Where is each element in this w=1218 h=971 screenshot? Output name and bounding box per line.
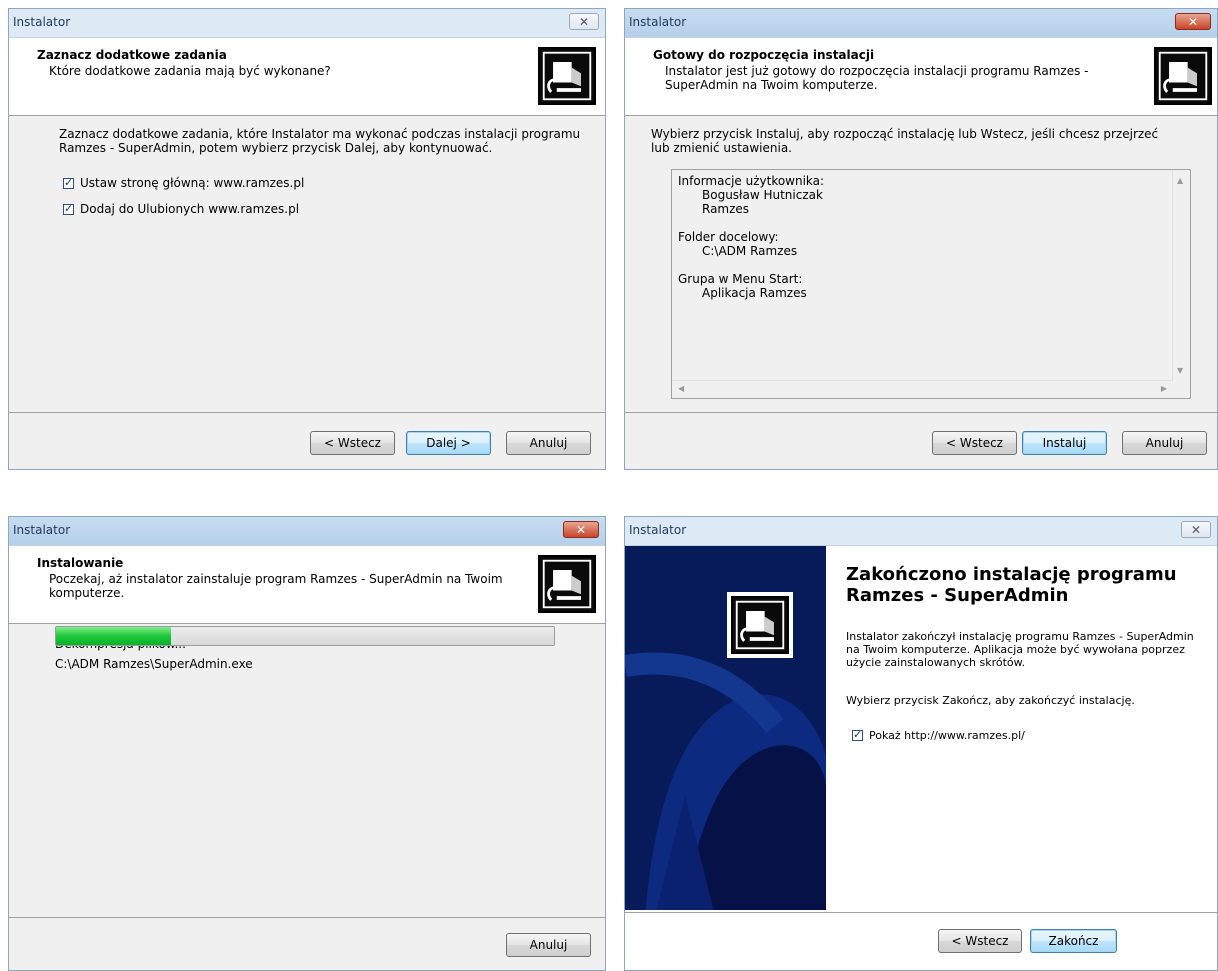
folder-label: Folder docelowy: [678, 230, 779, 244]
finish-description: Instalator zakończył instalację programu… [846, 630, 1194, 669]
subtitle-line: SuperAdmin na Twoim komputerze. [665, 78, 878, 92]
installer-window-installing: Instalator ✕ Instalowanie Poczekaj, aż i… [8, 516, 606, 971]
instructions-line: Wybierz przycisk Instaluj, aby rozpocząć… [651, 127, 1159, 141]
checkbox-checked-icon[interactable] [852, 728, 863, 741]
close-icon[interactable]: ✕ [1175, 13, 1211, 30]
homepage-checkbox[interactable]: Ustaw stronę główną: www.ramzes.pl [63, 176, 304, 190]
instructions-line: Ramzes - SuperAdmin, potem wybierz przyc… [59, 141, 493, 155]
description-line: na Twoim komputerze. Aplikacja może być … [846, 643, 1185, 656]
checkbox-label: Pokaż http://www.ramzes.pl/ [869, 729, 1025, 742]
back-button[interactable]: < Wstecz [938, 929, 1022, 953]
subtitle-line: komputerze. [49, 586, 125, 600]
finish-instruction: Wybierz przycisk Zakończ, aby zakończyć … [846, 694, 1135, 707]
installer-window-tasks: Instalator ✕ Zaznacz dodatkowe zadania K… [8, 8, 606, 470]
instructions-line: Zaznacz dodatkowe zadania, które Instala… [59, 127, 581, 141]
title-bar[interactable]: Instalator ✕ [9, 517, 605, 546]
status-file: C:\ADM Ramzes\SuperAdmin.exe [55, 657, 253, 671]
installer-window-finished: Instalator ✕ Zakończono instalację progr… [624, 516, 1218, 971]
window-title: Instalator [13, 15, 71, 29]
back-button[interactable]: < Wstecz [310, 431, 395, 455]
checkbox-label: Ustaw stronę główną: www.ramzes.pl [80, 176, 305, 190]
instructions: Zaznacz dodatkowe zadania, które Instala… [59, 127, 580, 155]
title-bar[interactable]: Instalator ✕ [625, 517, 1217, 546]
close-icon[interactable]: ✕ [1181, 521, 1211, 538]
window-title: Instalator [13, 523, 71, 537]
page-subtitle: Instalator jest już gotowy do rozpoczęci… [665, 64, 1125, 92]
horizontal-scrollbar[interactable]: ◀ ▶ [672, 380, 1173, 398]
page-title: Zakończono instalację programu Ramzes - … [846, 564, 1177, 606]
settings-summary-memo[interactable]: Informacje użytkownika: Bogusław Hutnicz… [671, 169, 1191, 399]
footer-divider [625, 412, 1217, 413]
checkbox-label: Dodaj do Ulubionych www.ramzes.pl [80, 202, 300, 216]
instructions: Wybierz przycisk Instaluj, aby rozpocząć… [651, 127, 1158, 155]
cancel-button[interactable]: Anuluj [506, 431, 591, 455]
folder-value: C:\ADM Ramzes [702, 244, 798, 258]
computer-install-icon [538, 555, 596, 613]
page-subtitle: Które dodatkowe zadania mają być wykonan… [49, 64, 331, 78]
page-title: Zaznacz dodatkowe zadania [37, 48, 227, 62]
close-icon[interactable]: ✕ [563, 521, 599, 538]
scroll-up-icon[interactable]: ▲ [1177, 176, 1183, 185]
close-icon[interactable]: ✕ [569, 13, 599, 30]
progress-fill [56, 627, 171, 645]
user-name: Bogusław Hutniczak [702, 188, 823, 202]
user-org: Ramzes [702, 202, 750, 216]
subtitle-line: Poczekaj, aż instalator zainstaluje prog… [49, 572, 503, 586]
computer-install-icon [538, 47, 596, 105]
page-title: Instalowanie [37, 556, 124, 570]
group-label: Grupa w Menu Start: [678, 272, 803, 286]
finish-button[interactable]: Zakończ [1030, 929, 1117, 953]
computer-install-icon [1154, 47, 1212, 105]
title-bar[interactable]: Instalator ✕ [9, 9, 605, 38]
install-progress-bar [55, 626, 555, 646]
favorites-checkbox[interactable]: Dodaj do Ulubionych www.ramzes.pl [63, 202, 299, 216]
back-button[interactable]: < Wstecz [932, 431, 1017, 455]
wizard-banner-image [625, 546, 826, 910]
group-value: Aplikacja Ramzes [702, 286, 807, 300]
footer-divider [9, 412, 605, 413]
description-line: użycie zainstalowanych skrótów. [846, 656, 1026, 669]
description-line: Instalator zakończył instalację programu… [846, 630, 1194, 643]
page-subtitle: Poczekaj, aż instalator zainstaluje prog… [49, 572, 509, 600]
title-bar[interactable]: Instalator ✕ [625, 9, 1217, 38]
instructions-line: lub zmienić ustawienia. [651, 141, 792, 155]
show-website-checkbox[interactable]: Pokaż http://www.ramzes.pl/ [852, 728, 1025, 742]
wizard-header: Instalowanie Poczekaj, aż instalator zai… [9, 546, 605, 624]
checkbox-checked-icon[interactable] [63, 202, 74, 215]
scroll-right-icon[interactable]: ▶ [1161, 384, 1167, 393]
subtitle-line: Instalator jest już gotowy do rozpoczęci… [665, 64, 1089, 78]
scroll-left-icon[interactable]: ◀ [678, 384, 684, 393]
window-title: Instalator [629, 15, 687, 29]
installer-window-ready: Instalator ✕ Gotowy do rozpoczęcia insta… [624, 8, 1218, 470]
title-line: Zakończono instalację programu [846, 564, 1177, 585]
checkbox-checked-icon[interactable] [63, 176, 74, 189]
footer-divider [9, 917, 605, 918]
memo-content: Informacje użytkownika: Bogusław Hutnicz… [678, 174, 824, 300]
footer-divider [625, 912, 1217, 913]
wizard-header: Gotowy do rozpoczęcia instalacji Instala… [625, 38, 1217, 116]
next-button[interactable]: Dalej > [406, 431, 491, 455]
scroll-down-icon[interactable]: ▼ [1177, 366, 1183, 375]
cancel-button[interactable]: Anuluj [506, 933, 591, 957]
cancel-button[interactable]: Anuluj [1122, 431, 1207, 455]
title-line: Ramzes - SuperAdmin [846, 585, 1069, 606]
user-info-label: Informacje użytkownika: [678, 174, 825, 188]
page-title: Gotowy do rozpoczęcia instalacji [653, 48, 875, 62]
wizard-header: Zaznacz dodatkowe zadania Które dodatkow… [9, 38, 605, 116]
vertical-scrollbar[interactable]: ▲ ▼ [1172, 170, 1190, 381]
computer-install-icon [731, 596, 789, 654]
install-button[interactable]: Instaluj [1022, 431, 1107, 455]
window-title: Instalator [629, 523, 687, 537]
